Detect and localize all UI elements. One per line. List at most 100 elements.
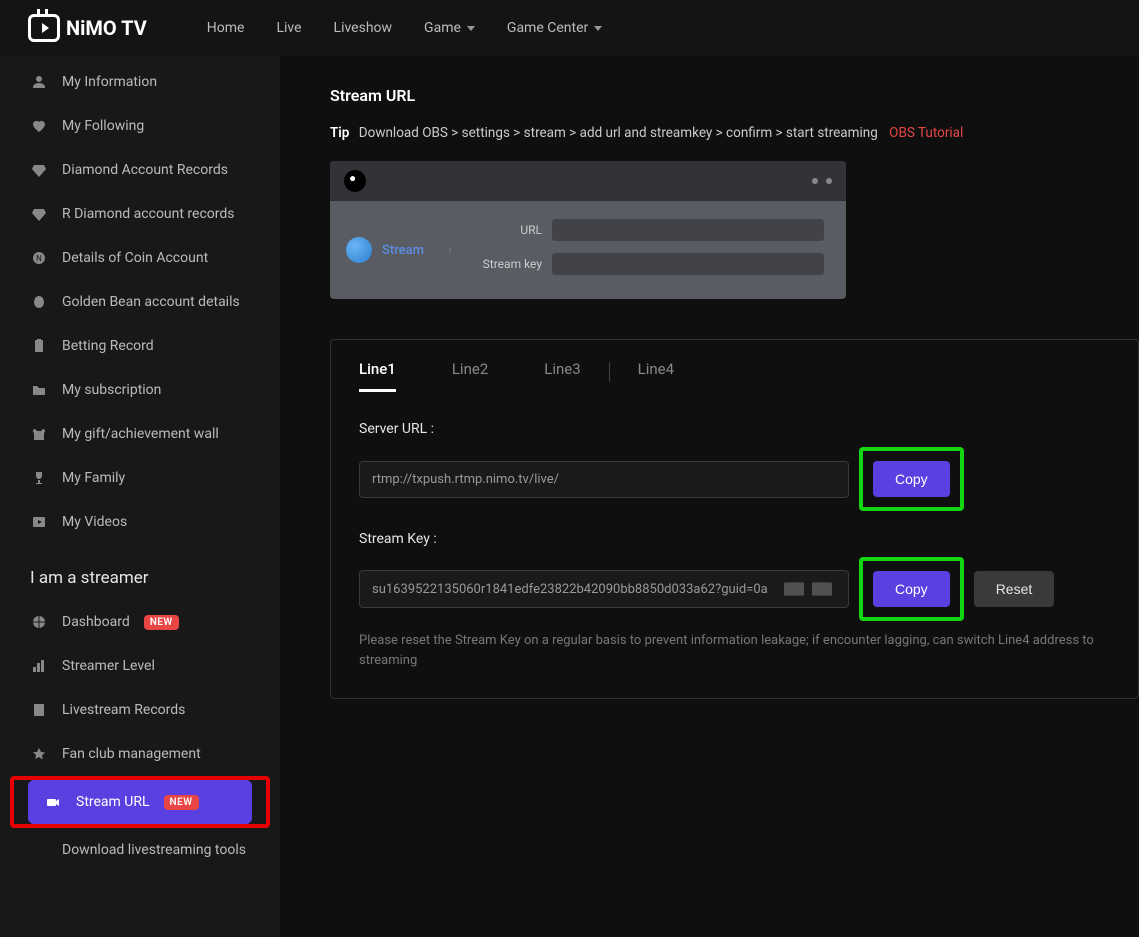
stream-key-note: Please reset the Stream Key on a regular… bbox=[359, 631, 1110, 670]
nav-home[interactable]: Home bbox=[207, 20, 245, 36]
copy-server-highlight: Copy bbox=[859, 447, 964, 511]
obs-preview: Stream › URL Stream key bbox=[330, 161, 846, 299]
stream-key-input[interactable]: su1639522135060r1841edfe23822b42090bb885… bbox=[359, 570, 849, 608]
nav-game-center[interactable]: Game Center bbox=[507, 20, 602, 36]
copy-key-highlight: Copy bbox=[859, 557, 964, 621]
chevron-down-icon bbox=[467, 26, 475, 31]
bean-icon bbox=[30, 293, 48, 311]
new-badge: NEW bbox=[144, 615, 179, 630]
stream-url-highlight: Stream URL NEW bbox=[10, 776, 270, 828]
sidebar-item-golden-bean-account-details[interactable]: Golden Bean account details bbox=[0, 280, 280, 324]
sidebar-item-my-subscription[interactable]: My subscription bbox=[0, 368, 280, 412]
camera-icon bbox=[44, 793, 62, 811]
obs-key-label: Stream key bbox=[478, 257, 542, 271]
obs-logo-icon bbox=[344, 170, 366, 192]
trophy-icon bbox=[30, 469, 48, 487]
sidebar-item-streamer-level[interactable]: Streamer Level bbox=[0, 644, 280, 688]
sidebar-item-label: R Diamond account records bbox=[62, 206, 235, 222]
sidebar-item-label: My Videos bbox=[62, 514, 127, 530]
nav-live[interactable]: Live bbox=[276, 20, 301, 36]
bars-icon bbox=[30, 657, 48, 675]
sidebar-item-label: Betting Record bbox=[62, 338, 154, 354]
sidebar-item-label: My Information bbox=[62, 74, 157, 90]
sidebar-item-label: Diamond Account Records bbox=[62, 162, 228, 178]
nav-liveshow[interactable]: Liveshow bbox=[334, 20, 393, 36]
play-icon bbox=[30, 513, 48, 531]
svg-text:N: N bbox=[36, 254, 42, 263]
nav-game[interactable]: Game bbox=[424, 20, 475, 36]
doc-icon bbox=[30, 701, 48, 719]
tip-label: Tip bbox=[330, 125, 349, 141]
logo[interactable]: NiMO TV bbox=[28, 14, 147, 42]
section-title: I am a streamer bbox=[0, 544, 280, 600]
sidebar-item-label: Livestream Records bbox=[62, 702, 185, 718]
chevron-down-icon bbox=[594, 26, 602, 31]
sidebar-item-label: Dashboard bbox=[62, 614, 130, 630]
coin-icon: N bbox=[30, 249, 48, 267]
download-icon bbox=[30, 841, 48, 859]
sidebar-item-my-family[interactable]: My Family bbox=[0, 456, 280, 500]
tab-line3[interactable]: Line3 bbox=[544, 360, 580, 392]
grid-icon bbox=[30, 613, 48, 631]
copy-icon[interactable] bbox=[812, 581, 832, 597]
clipboard-icon bbox=[30, 337, 48, 355]
sidebar-item-label: Golden Bean account details bbox=[62, 294, 240, 310]
stream-key-label: Stream Key : bbox=[359, 531, 1110, 547]
brand-text: NiMO TV bbox=[66, 16, 147, 40]
sidebar-item-stream-url[interactable]: Stream URL NEW bbox=[28, 780, 252, 824]
user-icon bbox=[30, 73, 48, 91]
folder-icon bbox=[30, 381, 48, 399]
sidebar-item-label: Streamer Level bbox=[62, 658, 155, 674]
logo-icon bbox=[28, 14, 60, 42]
obs-key-field bbox=[552, 253, 824, 275]
stream-card: Line1 Line2 Line3 Line4 Server URL : rtmp:/… bbox=[330, 339, 1139, 699]
sidebar-item-label: My Following bbox=[62, 118, 144, 134]
obs-url-label: URL bbox=[478, 223, 542, 237]
star-icon bbox=[30, 745, 48, 763]
copy-key-button[interactable]: Copy bbox=[873, 571, 950, 607]
diamond-icon bbox=[30, 161, 48, 179]
diamond-icon bbox=[30, 205, 48, 223]
tab-line4[interactable]: Line4 bbox=[638, 360, 674, 392]
sidebar-item-my-information[interactable]: My Information bbox=[0, 60, 280, 104]
top-nav: Home Live Liveshow Game Game Center bbox=[207, 20, 602, 36]
header: NiMO TV Home Live Liveshow Game Game Center bbox=[0, 0, 1139, 56]
sidebar-item-my-following[interactable]: My Following bbox=[0, 104, 280, 148]
heart-icon bbox=[30, 117, 48, 135]
sidebar-item-diamond-account-records[interactable]: Diamond Account Records bbox=[0, 148, 280, 192]
page-title: Stream URL bbox=[330, 86, 1139, 105]
sidebar-item-label: Download livestreaming tools bbox=[62, 842, 246, 858]
sidebar-item-label: Fan club management bbox=[62, 746, 201, 762]
main-content: Stream URL Tip Download OBS > settings >… bbox=[280, 56, 1139, 937]
server-url-input[interactable]: rtmp://txpush.rtmp.nimo.tv/live/ bbox=[359, 461, 849, 498]
sidebar-item-label: My Family bbox=[62, 470, 125, 486]
reset-key-button[interactable]: Reset bbox=[974, 571, 1055, 607]
sidebar-item-my-videos[interactable]: My Videos bbox=[0, 500, 280, 544]
new-badge: NEW bbox=[164, 795, 199, 810]
sidebar-item-betting-record[interactable]: Betting Record bbox=[0, 324, 280, 368]
sidebar-item-label: Stream URL bbox=[76, 794, 150, 810]
server-url-label: Server URL : bbox=[359, 421, 1110, 437]
copy-server-button[interactable]: Copy bbox=[873, 461, 950, 497]
chevron-right-icon: › bbox=[448, 242, 452, 258]
sidebar-item-fan-club-management[interactable]: Fan club management bbox=[0, 732, 280, 776]
obs-tutorial-link[interactable]: OBS Tutorial bbox=[889, 125, 963, 141]
sidebar-item-livestream-records[interactable]: Livestream Records bbox=[0, 688, 280, 732]
tab-line2[interactable]: Line2 bbox=[452, 360, 488, 392]
tab-line1[interactable]: Line1 bbox=[359, 360, 396, 392]
globe-icon bbox=[346, 237, 372, 263]
sidebar-item-details-of-coin-account[interactable]: NDetails of Coin Account bbox=[0, 236, 280, 280]
obs-stream-label: Stream bbox=[382, 243, 424, 258]
line-tabs: Line1 Line2 Line3 Line4 bbox=[359, 360, 1110, 393]
sidebar-item-label: My gift/achievement wall bbox=[62, 426, 219, 442]
sidebar-item-r-diamond-account-records[interactable]: R Diamond account records bbox=[0, 192, 280, 236]
sidebar-item-my-gift-achievement-wall[interactable]: My gift/achievement wall bbox=[0, 412, 280, 456]
sidebar-item-download-livestreaming-tools[interactable]: Download livestreaming tools bbox=[0, 828, 280, 872]
sidebar-item-label: My subscription bbox=[62, 382, 161, 398]
eye-icon[interactable] bbox=[784, 581, 804, 597]
sidebar-item-dashboard[interactable]: Dashboard NEW bbox=[0, 600, 280, 644]
sidebar: My Information My Following Diamond Accoun… bbox=[0, 56, 280, 937]
window-dots-icon bbox=[812, 178, 832, 184]
tip-line: Tip Download OBS > settings > stream > a… bbox=[330, 125, 1139, 141]
visibility-icons[interactable] bbox=[784, 581, 832, 597]
